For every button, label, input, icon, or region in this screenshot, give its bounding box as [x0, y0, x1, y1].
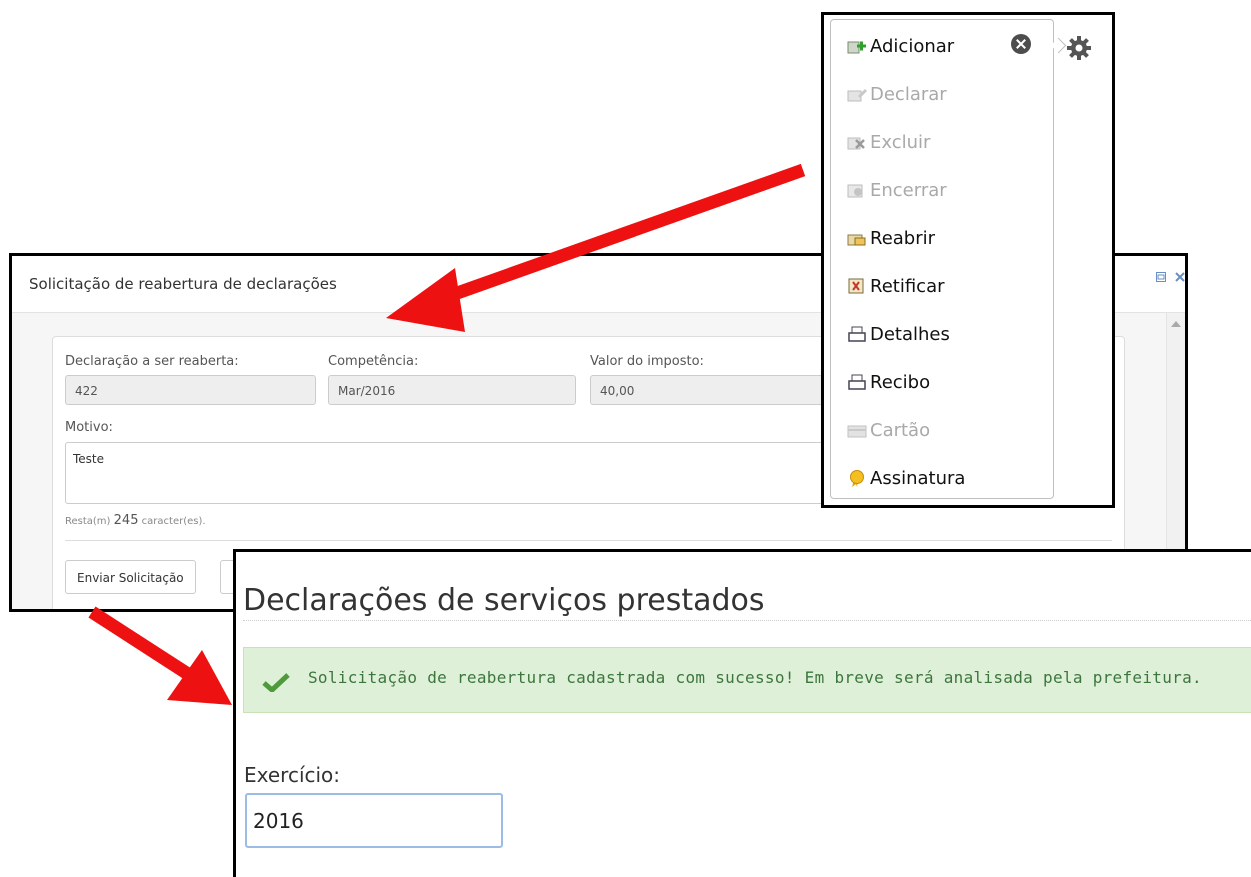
close-menu-icon[interactable]	[1011, 34, 1031, 54]
menu-item-label: Cartão	[870, 419, 931, 441]
printer-icon	[847, 325, 867, 343]
title-divider	[243, 620, 1251, 621]
menu-item-label: Declarar	[870, 83, 947, 105]
rectify-icon	[847, 277, 867, 295]
competencia-label: Competência:	[328, 354, 419, 369]
scroll-up-icon[interactable]	[1171, 321, 1181, 327]
exercicio-label: Exercício:	[244, 763, 341, 787]
valor-label: Valor do imposto:	[590, 354, 704, 369]
delete-icon	[847, 133, 867, 151]
actions-menu-frame: Adicionar Declarar Excluir Encerrar Reab…	[821, 12, 1115, 508]
menu-item-reabrir[interactable]: Reabrir	[847, 224, 935, 252]
counter-prefix: Resta(m)	[65, 516, 111, 527]
menu-item-label: Retificar	[870, 275, 945, 297]
menu-item-label: Detalhes	[870, 323, 950, 345]
form-divider	[65, 540, 1112, 541]
menu-item-label: Assinatura	[870, 467, 966, 489]
declaracao-label: Declaração a ser reaberta:	[65, 354, 239, 369]
competencia-field[interactable]: Mar/2016	[328, 375, 576, 405]
menu-item-label: Encerrar	[870, 179, 947, 201]
success-alert: Solicitação de reabertura cadastrada com…	[243, 647, 1251, 713]
motivo-label: Motivo:	[65, 420, 113, 435]
add-icon	[847, 37, 867, 55]
menu-item-declarar[interactable]: Declarar	[847, 80, 947, 108]
counter-suffix: caracter(es).	[141, 516, 206, 527]
page-title: Declarações de serviços prestados	[243, 583, 765, 618]
menu-item-assinatura[interactable]: Assinatura	[847, 464, 965, 492]
dropdown-caret	[1050, 37, 1067, 54]
arrow-dialog-to-result	[88, 606, 232, 705]
window-controls	[1152, 267, 1185, 286]
dialog-title: Solicitação de reabertura de declarações	[29, 275, 337, 293]
menu-item-label: Excluir	[870, 131, 931, 153]
char-counter: Resta(m) 245 caracter(es).	[65, 513, 206, 528]
menu-item-label: Adicionar	[870, 35, 955, 57]
valor-field[interactable]: 40,00	[590, 375, 830, 405]
declare-icon	[847, 85, 868, 103]
menu-item-label: Reabrir	[870, 227, 936, 249]
motivo-textarea[interactable]: Teste	[65, 442, 865, 504]
menu-item-retificar[interactable]: Retificar	[847, 272, 945, 300]
send-request-button[interactable]: Enviar Solicitação	[65, 560, 196, 594]
reopen-icon	[847, 229, 867, 247]
actions-dropdown: Adicionar Declarar Excluir Encerrar Reab…	[830, 19, 1067, 499]
maximize-icon[interactable]	[1155, 267, 1166, 282]
gear-icon[interactable]	[1066, 35, 1092, 65]
counter-value: 245	[113, 513, 139, 528]
medal-icon	[847, 469, 867, 487]
menu-item-detalhes[interactable]: Detalhes	[847, 320, 950, 348]
menu-item-label: Recibo	[870, 371, 931, 393]
success-message: Solicitação de reabertura cadastrada com…	[308, 668, 1202, 687]
check-icon	[262, 672, 290, 696]
menu-item-recibo[interactable]: Recibo	[847, 368, 930, 396]
exercicio-input[interactable]: 2016	[245, 793, 503, 848]
result-panel: Declarações de serviços prestados Solici…	[233, 549, 1251, 877]
printer-icon	[847, 373, 867, 391]
card-icon	[847, 421, 867, 439]
menu-item-adicionar[interactable]: Adicionar	[847, 32, 954, 60]
menu-item-cartao[interactable]: Cartão	[847, 416, 930, 444]
menu-item-excluir[interactable]: Excluir	[847, 128, 930, 156]
close-period-icon	[847, 181, 867, 199]
close-window-icon[interactable]	[1175, 267, 1185, 282]
menu-item-encerrar[interactable]: Encerrar	[847, 176, 947, 204]
declaracao-field[interactable]: 422	[65, 375, 316, 405]
